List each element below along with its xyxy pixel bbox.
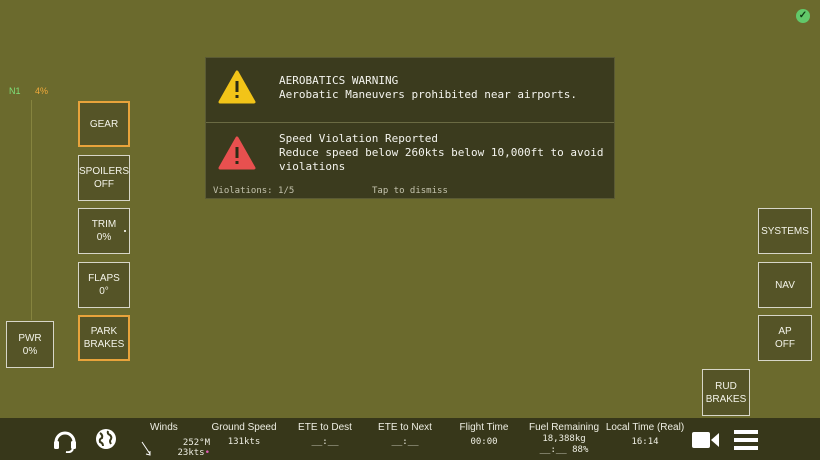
gear-button[interactable]: GEAR xyxy=(78,101,130,147)
headset-icon[interactable] xyxy=(52,427,78,453)
n1-indicator: N1 4% xyxy=(9,86,48,96)
winds-speed: 23kts xyxy=(177,448,205,458)
menu-icon[interactable] xyxy=(734,429,758,451)
notification-title: Speed Violation Reported xyxy=(279,132,438,145)
local-time-value: 16:14 xyxy=(631,437,659,447)
fuel-stat: Fuel Remaining 18,388kg __:__ 88% xyxy=(526,422,602,455)
fuel-label: Fuel Remaining xyxy=(528,422,600,433)
power-button[interactable]: PWR 0% xyxy=(6,321,54,368)
throttle-track[interactable] xyxy=(31,100,32,320)
ete-dest-value: __:__ xyxy=(311,437,339,447)
dismiss-hint[interactable]: Tap to dismiss xyxy=(372,186,448,196)
fuel-weight: 18,388kg xyxy=(542,434,586,444)
check-circle-icon: ✓ xyxy=(796,9,810,23)
ete-dest-label: ETE to Dest xyxy=(298,422,352,433)
ground-speed-stat: Ground Speed 131kts xyxy=(208,422,280,447)
ete-dest-stat: ETE to Dest __:__ xyxy=(290,422,360,447)
flaps-button[interactable]: FLAPS 0° xyxy=(78,262,130,308)
ete-next-stat: ETE to Next __:__ xyxy=(371,422,439,447)
winds-stat: Winds xyxy=(142,422,186,433)
autopilot-button[interactable]: AP OFF xyxy=(758,315,812,361)
spoilers-button[interactable]: SPOILERS OFF xyxy=(78,155,130,201)
n1-value: 4% xyxy=(35,86,49,96)
trim-indicator-dot xyxy=(124,230,126,232)
notification-panel[interactable]: AEROBATICS WARNING Aerobatic Maneuvers p… xyxy=(205,57,615,199)
winds-direction: 252°M xyxy=(182,438,210,448)
notification-message: Aerobatic Maneuvers prohibited near airp… xyxy=(279,88,578,101)
rudder-brakes-button[interactable]: RUD BRAKES xyxy=(702,369,750,416)
bottom-status-bar: Winds 252°M 23kts• Ground Speed 131kts E… xyxy=(0,418,820,460)
notification-aerobatics[interactable]: AEROBATICS WARNING Aerobatic Maneuvers p… xyxy=(206,58,614,123)
flight-time-value: 00:00 xyxy=(470,437,498,447)
winds-label: Winds xyxy=(150,422,178,433)
red-warning-icon xyxy=(218,136,256,170)
yellow-warning-icon xyxy=(218,70,256,104)
n1-label: N1 xyxy=(9,86,21,96)
local-time-stat: Local Time (Real) 16:14 xyxy=(604,422,686,447)
ground-speed-value: 131kts xyxy=(227,437,261,447)
systems-button[interactable]: SYSTEMS xyxy=(758,208,812,254)
ete-next-value: __:__ xyxy=(391,437,419,447)
notification-title: AEROBATICS WARNING xyxy=(279,74,399,87)
notification-message: Reduce speed below 260kts below 10,000ft… xyxy=(279,146,604,173)
park-brakes-button[interactable]: PARK BRAKES xyxy=(78,315,130,361)
fuel-time-percent: __:__ 88% xyxy=(539,445,589,455)
winds-values: 252°M 23kts• xyxy=(170,434,210,458)
ground-speed-label: Ground Speed xyxy=(211,422,277,433)
local-time-label: Local Time (Real) xyxy=(605,422,685,433)
flight-time-stat: Flight Time 00:00 xyxy=(452,422,516,447)
wind-direction-arrow-icon xyxy=(141,441,151,456)
nav-button[interactable]: NAV xyxy=(758,262,812,308)
trim-button[interactable]: TRIM 0% xyxy=(78,208,130,254)
camera-icon[interactable] xyxy=(692,430,720,450)
flight-time-label: Flight Time xyxy=(459,422,509,433)
violations-count: Violations: 1/5 xyxy=(213,186,295,196)
globe-icon[interactable] xyxy=(94,427,118,451)
ete-next-label: ETE to Next xyxy=(378,422,432,433)
